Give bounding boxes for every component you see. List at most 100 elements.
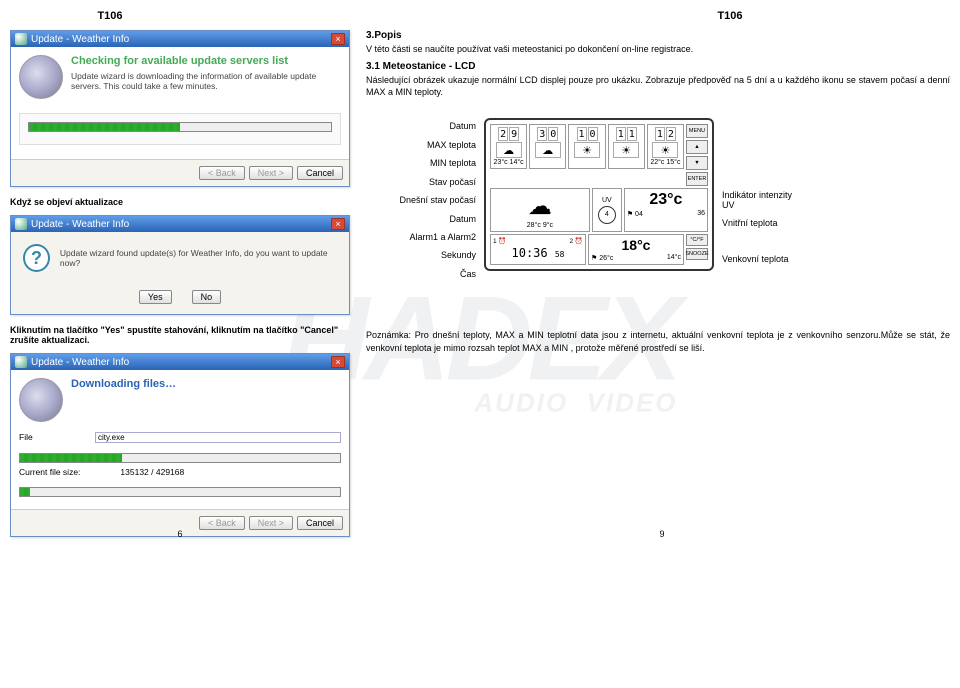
outdoor-temp: 18°c bbox=[591, 237, 681, 253]
label-datum-2: Datum bbox=[366, 215, 476, 224]
time-cell: 1 ⏰ 2 ⏰ 10:36 58 bbox=[490, 234, 586, 265]
confirm-text: Update wizard found update(s) for Weathe… bbox=[60, 248, 337, 268]
wizard-text: Update wizard is downloading the informa… bbox=[19, 71, 341, 91]
device-button[interactable]: ▲ bbox=[686, 140, 708, 154]
body-text-2: Následující obrázek ukazuje normální LCD… bbox=[366, 74, 950, 98]
side-buttons-top: MENU ▲ ▼ ENTER bbox=[686, 124, 708, 186]
today-weather-cell: ☁ 28°c 9°c bbox=[490, 188, 590, 232]
page-number-right: 9 bbox=[374, 529, 950, 539]
weather-icon: ☁ bbox=[535, 142, 561, 158]
yes-button[interactable]: Yes bbox=[139, 290, 172, 304]
clock-seconds: 58 bbox=[555, 250, 565, 259]
size-value: 135132 / 429168 bbox=[120, 467, 184, 477]
page-number-left: 6 bbox=[10, 529, 350, 539]
back-button[interactable]: < Back bbox=[199, 166, 245, 180]
label-min-teplota: MIN teplota bbox=[366, 159, 476, 168]
weather-icon: ☀ bbox=[574, 142, 600, 158]
forecast-row: 29☁23°c 14°c30☁ 10☀ 11☀ 12☀22°c 15°c bbox=[490, 124, 684, 169]
app-icon bbox=[15, 218, 27, 230]
left-column: Update - Weather Info × Checking for ava… bbox=[10, 30, 350, 547]
cd-icon bbox=[19, 378, 63, 422]
label-datum: Datum bbox=[366, 122, 476, 131]
label-alarms: Alarm1 a Alarm2 bbox=[366, 233, 476, 242]
device-button[interactable]: MENU bbox=[686, 124, 708, 138]
label-dnesni-stav: Dnešní stav počasí bbox=[366, 196, 476, 205]
outdoor-temp-cell: 18°c 26°c 14°c bbox=[588, 234, 684, 265]
uv-cell: UV 4 bbox=[592, 188, 622, 232]
label-outdoor: Venkovní teplota bbox=[722, 255, 794, 264]
next-button[interactable]: Next > bbox=[249, 516, 293, 530]
device-button[interactable]: ENTER bbox=[686, 172, 708, 186]
label-indoor: Vnitřní teplota bbox=[722, 219, 794, 228]
file-progress-bar bbox=[19, 453, 341, 463]
label-cas: Čas bbox=[366, 270, 476, 279]
update-confirm-dialog: Update - Weather Info × ? Update wizard … bbox=[10, 215, 350, 315]
back-button[interactable]: < Back bbox=[199, 516, 245, 530]
label-uv: Indikátor intenzity UV bbox=[722, 191, 794, 210]
question-icon: ? bbox=[23, 244, 50, 272]
outdoor-hi: 26°c bbox=[591, 254, 613, 262]
device-button[interactable]: SNOOZE bbox=[686, 248, 708, 260]
overall-progress-bar bbox=[19, 487, 341, 497]
update-downloading-dialog: Update - Weather Info × Downloading file… bbox=[10, 353, 350, 537]
window-title: Update - Weather Info bbox=[31, 219, 129, 230]
outdoor-lo: 14°c bbox=[667, 254, 681, 262]
app-icon bbox=[15, 33, 27, 45]
header-left: T106 bbox=[10, 10, 210, 22]
next-button[interactable]: Next > bbox=[249, 166, 293, 180]
today-weather-icon: ☁ bbox=[515, 191, 565, 221]
wizard-heading: Downloading files… bbox=[19, 378, 341, 390]
device-button[interactable]: °C/°F bbox=[686, 234, 708, 246]
labels-left: Datum MAX teplota MIN teplota Stav počas… bbox=[366, 118, 476, 279]
labels-right: Indikátor intenzity UV Vnitřní teplota V… bbox=[722, 118, 794, 264]
uv-value: 4 bbox=[598, 206, 616, 224]
device-button[interactable]: ▼ bbox=[686, 156, 708, 170]
clock-time: 10:36 bbox=[512, 246, 548, 260]
forecast-cell: 30☁ bbox=[529, 124, 566, 169]
header-right: T106 bbox=[510, 10, 950, 22]
update-wizard-checking: Update - Weather Info × Checking for ava… bbox=[10, 30, 350, 187]
wizard-heading: Checking for available update servers li… bbox=[19, 55, 341, 67]
forecast-cell: 12☀22°c 15°c bbox=[647, 124, 684, 169]
body-text-1: V této části se naučíte používat vaši me… bbox=[366, 43, 950, 55]
label-sekundy: Sekundy bbox=[366, 251, 476, 260]
close-icon[interactable]: × bbox=[331, 356, 345, 368]
close-icon[interactable]: × bbox=[331, 218, 345, 230]
page-numbers: 6 9 bbox=[10, 529, 950, 539]
section-title-lcd: 3.1 Meteostanice - LCD bbox=[366, 61, 950, 72]
indoor-hi: 04 bbox=[627, 210, 643, 218]
weather-icon: ☀ bbox=[613, 142, 639, 158]
uv-label: UV bbox=[602, 197, 612, 204]
right-column: 3.Popis V této části se naučíte používat… bbox=[366, 30, 950, 547]
indoor-temp: 23°c bbox=[627, 191, 705, 209]
cd-icon bbox=[19, 55, 63, 99]
label-stav-pocasi: Stav počasí bbox=[366, 178, 476, 187]
cancel-button[interactable]: Cancel bbox=[297, 516, 343, 530]
alarm2-indicator: 2 ⏰ bbox=[569, 237, 583, 245]
forecast-cell: 29☁23°c 14°c bbox=[490, 124, 527, 169]
close-icon[interactable]: × bbox=[331, 33, 345, 45]
lcd-device: 29☁23°c 14°c30☁ 10☀ 11☀ 12☀22°c 15°c MEN… bbox=[484, 118, 714, 271]
caption-update-appears: Když se objeví aktualizace bbox=[10, 197, 350, 207]
cancel-button[interactable]: Cancel bbox=[297, 166, 343, 180]
page-header-row: T106 T106 bbox=[10, 10, 950, 22]
indoor-lo: 36 bbox=[697, 210, 705, 218]
forecast-cell: 10☀ bbox=[568, 124, 605, 169]
today-lo: 9°c bbox=[543, 222, 553, 229]
alarm1-indicator: 1 ⏰ bbox=[493, 237, 507, 245]
caption-yes-cancel: Kliknutím na tlačítko "Yes" spustíte sta… bbox=[10, 325, 350, 345]
file-label: File bbox=[19, 432, 89, 443]
no-button[interactable]: No bbox=[192, 290, 222, 304]
window-title: Update - Weather Info bbox=[31, 357, 129, 368]
indoor-temp-cell: 23°c 04 36 bbox=[624, 188, 708, 232]
side-buttons-bottom: °C/°F SNOOZE bbox=[686, 234, 708, 265]
lcd-diagram: Datum MAX teplota MIN teplota Stav počas… bbox=[366, 118, 950, 279]
weather-icon: ☀ bbox=[652, 142, 678, 158]
section-title-popis: 3.Popis bbox=[366, 30, 950, 41]
progress-bar bbox=[28, 122, 332, 132]
forecast-cell: 11☀ bbox=[608, 124, 645, 169]
file-name-field: city.exe bbox=[95, 432, 341, 443]
app-icon bbox=[15, 356, 27, 368]
today-hi: 28°c bbox=[527, 222, 541, 229]
weather-icon: ☁ bbox=[496, 142, 522, 158]
